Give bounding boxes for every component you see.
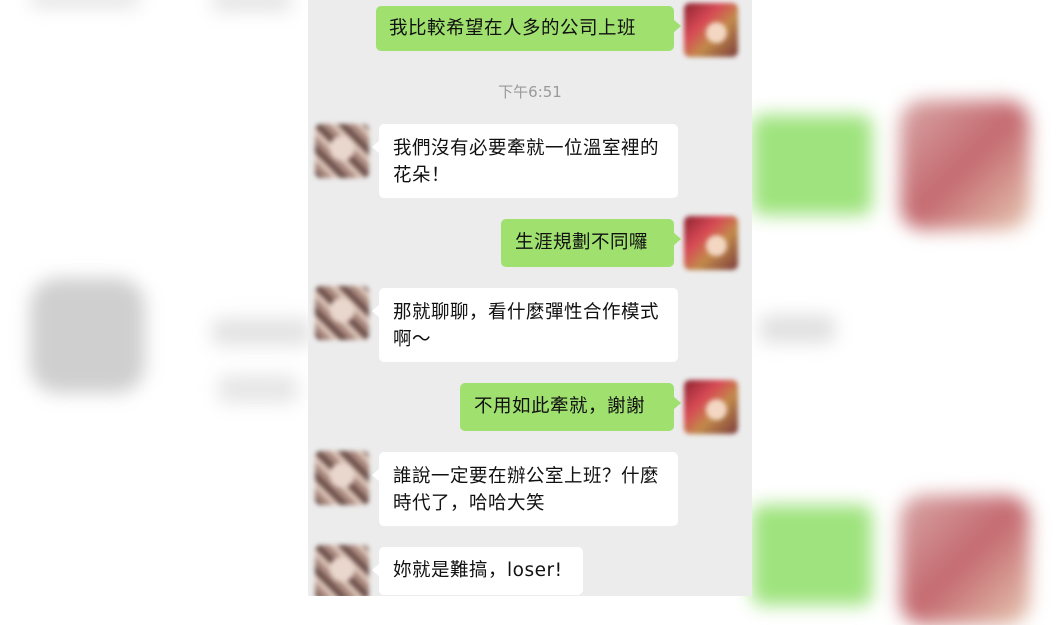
blurred-background-text [212,318,312,346]
blurred-background-text [30,0,140,8]
blurred-background-text [212,0,292,12]
contact-avatar[interactable] [315,124,369,178]
message-text: 我們沒有必要牽就一位溫室裡的花朵！ [393,138,660,186]
contact-avatar[interactable] [315,451,369,505]
message-bubble-other[interactable]: 妳就是難搞，loser! [372,547,583,595]
message-bubble-self[interactable]: 不用如此牽就，謝謝 [460,383,681,431]
timestamp: 下午6:51 [498,83,562,101]
user-avatar[interactable] [684,216,738,270]
blurred-background-avatar [30,278,145,393]
message-text: 誰說一定要在辦公室上班？什麼時代了，哈哈大笑 [393,466,660,514]
message-text: 不用如此牽就，謝謝 [474,396,646,417]
blurred-background-text [218,375,298,403]
blurred-background-bubble [752,505,872,605]
contact-avatar[interactable] [315,286,369,340]
message-bubble-other[interactable]: 我們沒有必要牽就一位溫室裡的花朵！ [372,124,678,198]
message-text: 那就聊聊，看什麼彈性合作模式啊～ [393,302,660,350]
blurred-background-bubble [752,115,872,215]
message-text: 我比較希望在人多的公司上班 [389,18,637,39]
message-text: 生涯規劃不同囉 [515,232,649,253]
user-avatar[interactable] [684,380,738,434]
chat-window: 我比較希望在人多的公司上班 下午6:51 我們沒有必要牽就一位溫室裡的花朵！ 生… [308,0,752,596]
contact-avatar[interactable] [315,545,369,596]
message-bubble-self[interactable]: 我比較希望在人多的公司上班 [376,6,681,51]
user-avatar[interactable] [684,3,738,57]
blurred-background-text [760,315,835,343]
message-bubble-self[interactable]: 生涯規劃不同囉 [501,219,681,267]
message-bubble-other[interactable]: 誰說一定要在辦公室上班？什麼時代了，哈哈大笑 [372,452,678,526]
message-text: 妳就是難搞，loser! [393,560,563,581]
blurred-background-avatar [900,495,1030,625]
message-bubble-other[interactable]: 那就聊聊，看什麼彈性合作模式啊～ [372,288,678,362]
blurred-background-avatar [900,100,1030,230]
